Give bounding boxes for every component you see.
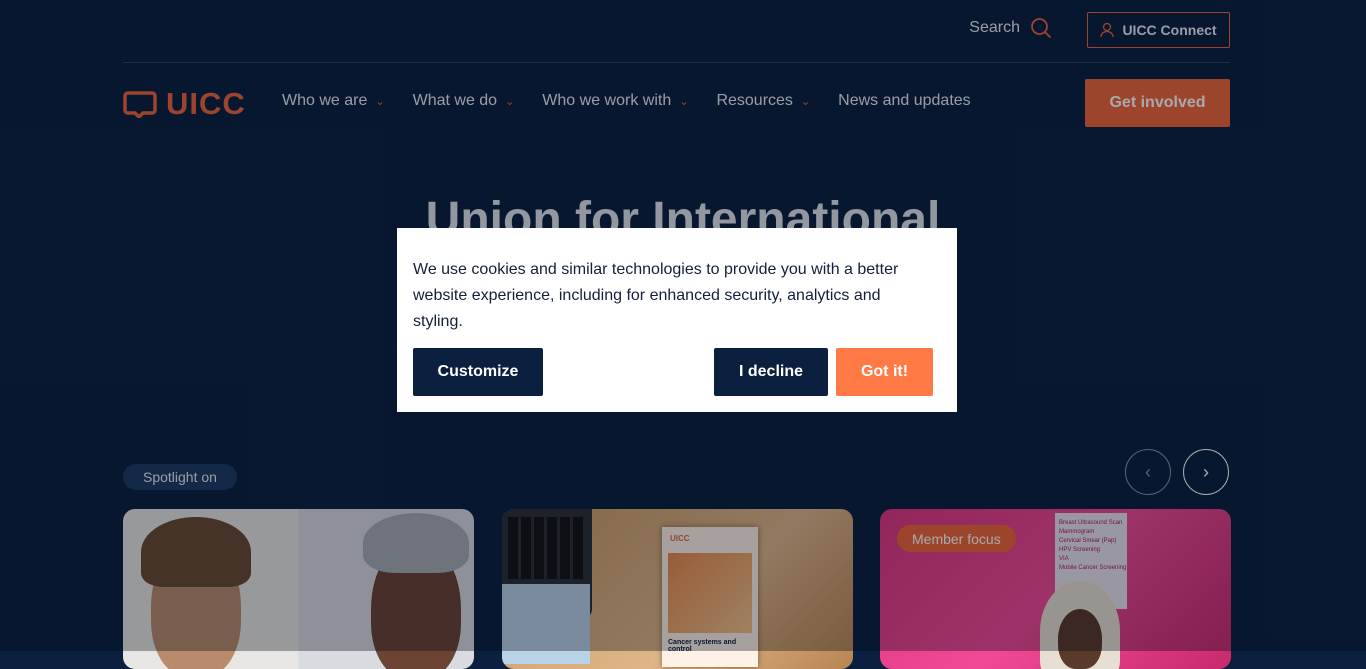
customize-button[interactable]: Customize — [413, 348, 543, 396]
accept-button[interactable]: Got it! — [836, 348, 933, 396]
cookie-consent-dialog: We use cookies and similar technologies … — [397, 228, 957, 412]
decline-button[interactable]: I decline — [714, 348, 828, 396]
cookie-message: We use cookies and similar technologies … — [413, 261, 899, 330]
page: Search UICC Connect UICC Who we are ⌄ Wh… — [0, 0, 1366, 669]
